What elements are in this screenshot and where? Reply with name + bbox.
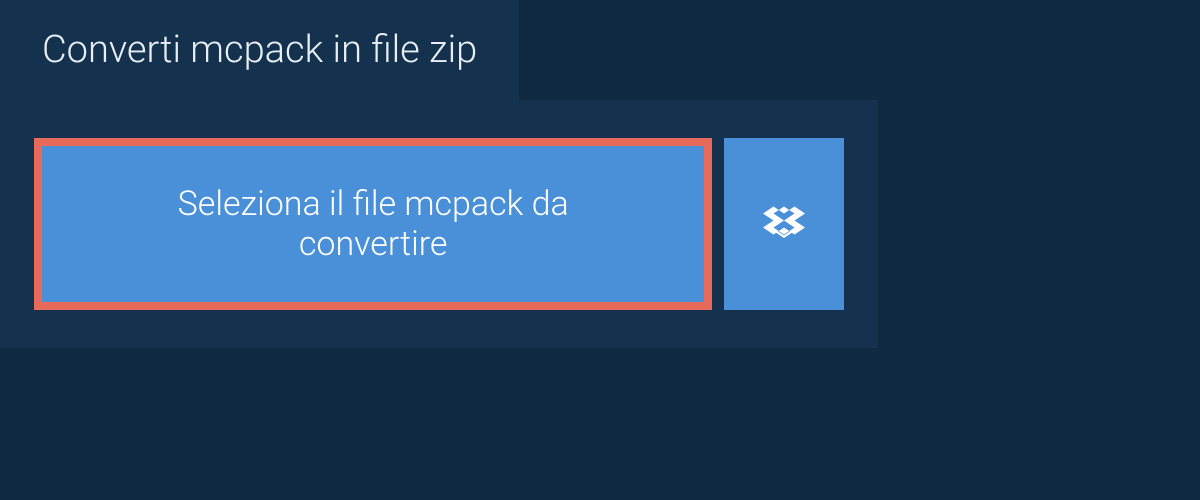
- tab-bar: Converti mcpack in file zip: [0, 0, 1200, 100]
- dropbox-icon: [763, 203, 805, 245]
- select-file-button[interactable]: Seleziona il file mcpack da convertire: [34, 138, 712, 310]
- tab-title: Converti mcpack in file zip: [42, 28, 477, 72]
- button-row: Seleziona il file mcpack da convertire: [34, 138, 844, 310]
- select-file-label: Seleziona il file mcpack da convertire: [100, 184, 646, 264]
- tab-convert[interactable]: Converti mcpack in file zip: [0, 0, 519, 100]
- main-panel: Seleziona il file mcpack da convertire: [0, 100, 878, 348]
- dropbox-button[interactable]: [724, 138, 844, 310]
